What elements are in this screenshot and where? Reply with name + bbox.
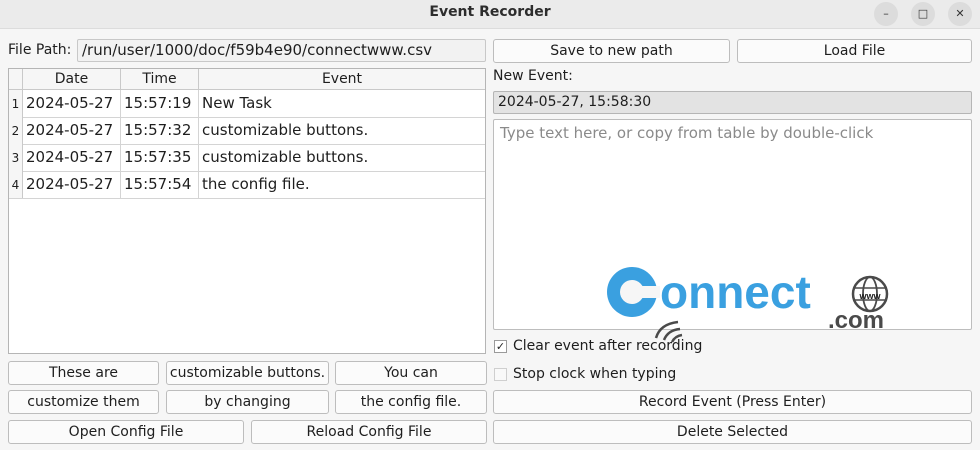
logo-c-opening	[638, 286, 660, 298]
time-cell[interactable]: 15:57:32	[121, 117, 199, 144]
table-row[interactable]: 2 2024-05-27 15:57:32 customizable butto…	[9, 117, 485, 145]
event-cell[interactable]: the config file.	[199, 171, 485, 198]
maximize-button[interactable]: □	[911, 2, 935, 26]
time-cell[interactable]: 15:57:35	[121, 144, 199, 171]
date-cell[interactable]: 2024-05-27	[23, 117, 121, 144]
row-number[interactable]: 1	[9, 90, 23, 117]
close-button[interactable]: ✕	[948, 2, 972, 26]
file-path-field[interactable]: /run/user/1000/doc/f59b4e90/connectwww.c…	[77, 39, 486, 62]
events-table[interactable]: Date Time Event 1 2024-05-27 15:57:19 Ne…	[8, 68, 486, 354]
row-number[interactable]: 3	[9, 144, 23, 171]
save-to-new-path-button[interactable]: Save to new path	[493, 39, 730, 63]
delete-selected-button[interactable]: Delete Selected	[493, 420, 972, 444]
date-cell[interactable]: 2024-05-27	[23, 90, 121, 117]
load-file-button[interactable]: Load File	[737, 39, 972, 63]
table-row[interactable]: 1 2024-05-27 15:57:19 New Task	[9, 90, 485, 118]
table-row[interactable]: 4 2024-05-27 15:57:54 the config file.	[9, 171, 485, 199]
event-cell[interactable]: customizable buttons.	[199, 117, 485, 144]
table-corner	[9, 69, 23, 89]
title-bar: Event Recorder – □ ✕	[0, 0, 980, 29]
custom-button-2[interactable]: customizable buttons.	[166, 361, 329, 385]
row-number[interactable]: 4	[9, 171, 23, 198]
custom-button-6[interactable]: the config file.	[335, 390, 487, 414]
file-path-label: File Path:	[8, 42, 72, 58]
custom-button-5[interactable]: by changing	[166, 390, 329, 414]
custom-button-1[interactable]: These are	[8, 361, 159, 385]
date-cell[interactable]: 2024-05-27	[23, 171, 121, 198]
logo-tld-text: .com	[828, 307, 884, 334]
stop-clock-label: Stop clock when typing	[513, 366, 677, 382]
row-number[interactable]: 2	[9, 117, 23, 144]
open-config-file-button[interactable]: Open Config File	[8, 420, 244, 444]
logo-www-text: www	[858, 291, 881, 301]
logo-brand-text: onnect	[660, 266, 811, 318]
table-header: Date Time Event	[9, 69, 485, 90]
new-event-label: New Event:	[493, 68, 573, 84]
event-timestamp-field[interactable]: 2024-05-27, 15:58:30	[493, 91, 972, 114]
time-cell[interactable]: 15:57:19	[121, 90, 199, 117]
record-event-button[interactable]: Record Event (Press Enter)	[493, 390, 972, 414]
window-title: Event Recorder	[429, 4, 551, 20]
reload-config-file-button[interactable]: Reload Config File	[251, 420, 487, 444]
connect-watermark-logo: onnect www .com	[607, 266, 889, 343]
custom-button-3[interactable]: You can	[335, 361, 487, 385]
event-cell[interactable]: New Task	[199, 90, 485, 117]
date-cell[interactable]: 2024-05-27	[23, 144, 121, 171]
event-cell[interactable]: customizable buttons.	[199, 144, 485, 171]
event-text-placeholder: Type text here, or copy from table by do…	[500, 124, 874, 142]
column-header-time[interactable]: Time	[121, 69, 199, 89]
column-header-date[interactable]: Date	[23, 69, 121, 89]
clear-event-label: Clear event after recording	[513, 338, 703, 354]
time-cell[interactable]: 15:57:54	[121, 171, 199, 198]
minimize-button[interactable]: –	[874, 2, 898, 26]
table-row[interactable]: 3 2024-05-27 15:57:35 customizable butto…	[9, 144, 485, 172]
stop-clock-checkbox[interactable]	[494, 368, 507, 381]
custom-button-4[interactable]: customize them	[8, 390, 159, 414]
clear-event-checkbox[interactable]: ✓	[494, 340, 507, 353]
column-header-event[interactable]: Event	[199, 69, 485, 89]
